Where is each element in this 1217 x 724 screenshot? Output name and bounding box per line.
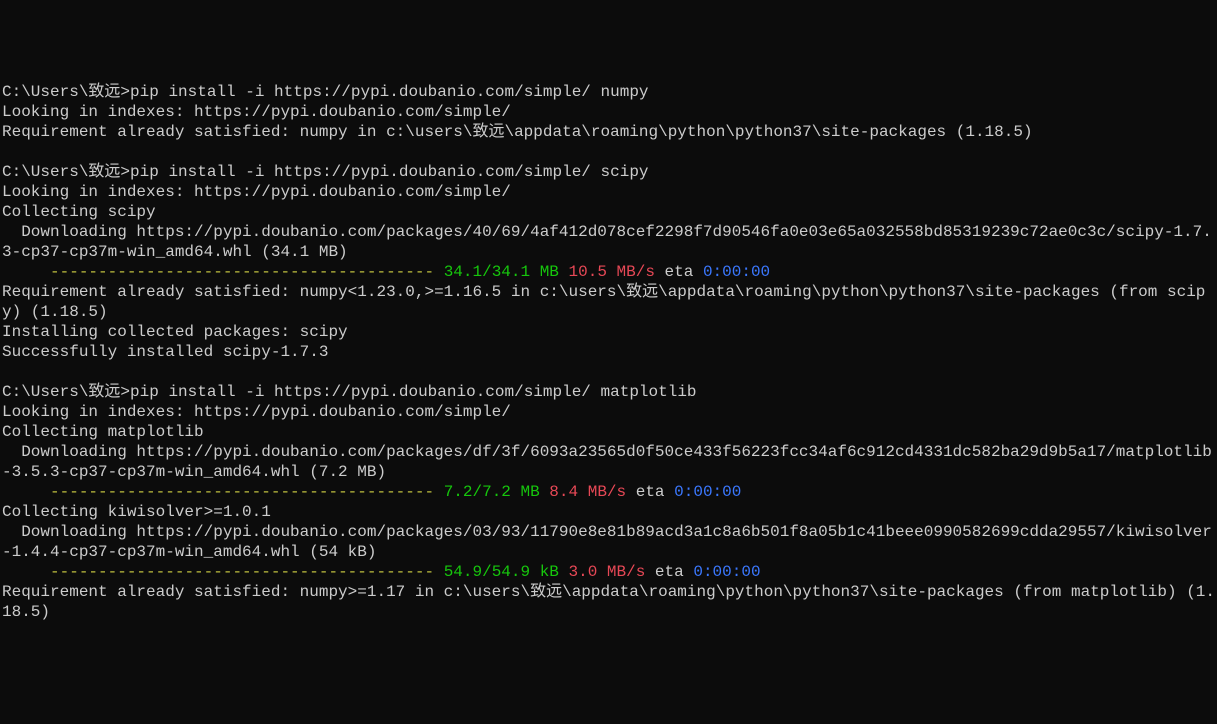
output-line: Requirement already satisfied: numpy in … (2, 122, 1215, 142)
progress-bar: ---------------------------------------- (50, 563, 444, 581)
output-line: Requirement already satisfied: numpy>=1.… (2, 582, 1215, 622)
output-line: Looking in indexes: https://pypi.doubani… (2, 402, 1215, 422)
progress-bar: ---------------------------------------- (50, 263, 444, 281)
command-text: pip install -i https://pypi.doubanio.com… (130, 83, 648, 101)
progress-eta: 0:00:00 (693, 563, 760, 581)
prompt-line-1: C:\Users\致远>pip install -i https://pypi.… (2, 82, 1215, 102)
output-line: Collecting matplotlib (2, 422, 1215, 442)
progress-eta-label: eta (626, 483, 674, 501)
progress-size: 34.1/34.1 MB (444, 263, 559, 281)
progress-size: 54.9/54.9 kB (444, 563, 559, 581)
terminal-output[interactable]: C:\Users\致远>pip install -i https://pypi.… (2, 82, 1215, 622)
output-line: Looking in indexes: https://pypi.doubani… (2, 102, 1215, 122)
output-line: Looking in indexes: https://pypi.doubani… (2, 182, 1215, 202)
progress-eta-label: eta (655, 263, 703, 281)
blank-line (2, 362, 1215, 382)
blank-line (2, 142, 1215, 162)
output-line: Collecting kiwisolver>=1.0.1 (2, 502, 1215, 522)
progress-bar: ---------------------------------------- (50, 483, 444, 501)
progress-line: ----------------------------------------… (2, 262, 1215, 282)
progress-size: 7.2/7.2 MB (444, 483, 540, 501)
progress-eta: 0:00:00 (703, 263, 770, 281)
output-line: Installing collected packages: scipy (2, 322, 1215, 342)
output-line: Downloading https://pypi.doubanio.com/pa… (2, 222, 1215, 262)
output-line: Downloading https://pypi.doubanio.com/pa… (2, 442, 1215, 482)
prompt-line-2: C:\Users\致远>pip install -i https://pypi.… (2, 162, 1215, 182)
output-line: Requirement already satisfied: numpy<1.2… (2, 282, 1215, 322)
progress-eta: 0:00:00 (674, 483, 741, 501)
prompt-path: C:\Users\致远> (2, 383, 130, 401)
progress-speed: 3.0 MB/s (559, 563, 645, 581)
progress-speed: 8.4 MB/s (540, 483, 626, 501)
progress-line: ----------------------------------------… (2, 482, 1215, 502)
command-text: pip install -i https://pypi.doubanio.com… (130, 383, 697, 401)
progress-pad (2, 263, 50, 281)
prompt-path: C:\Users\致远> (2, 83, 130, 101)
progress-line: ----------------------------------------… (2, 562, 1215, 582)
progress-eta-label: eta (645, 563, 693, 581)
output-line: Downloading https://pypi.doubanio.com/pa… (2, 522, 1215, 562)
progress-speed: 10.5 MB/s (559, 263, 655, 281)
prompt-path: C:\Users\致远> (2, 163, 130, 181)
prompt-line-3: C:\Users\致远>pip install -i https://pypi.… (2, 382, 1215, 402)
output-line: Collecting scipy (2, 202, 1215, 222)
progress-pad (2, 563, 50, 581)
output-line: Successfully installed scipy-1.7.3 (2, 342, 1215, 362)
command-text: pip install -i https://pypi.doubanio.com… (130, 163, 648, 181)
progress-pad (2, 483, 50, 501)
